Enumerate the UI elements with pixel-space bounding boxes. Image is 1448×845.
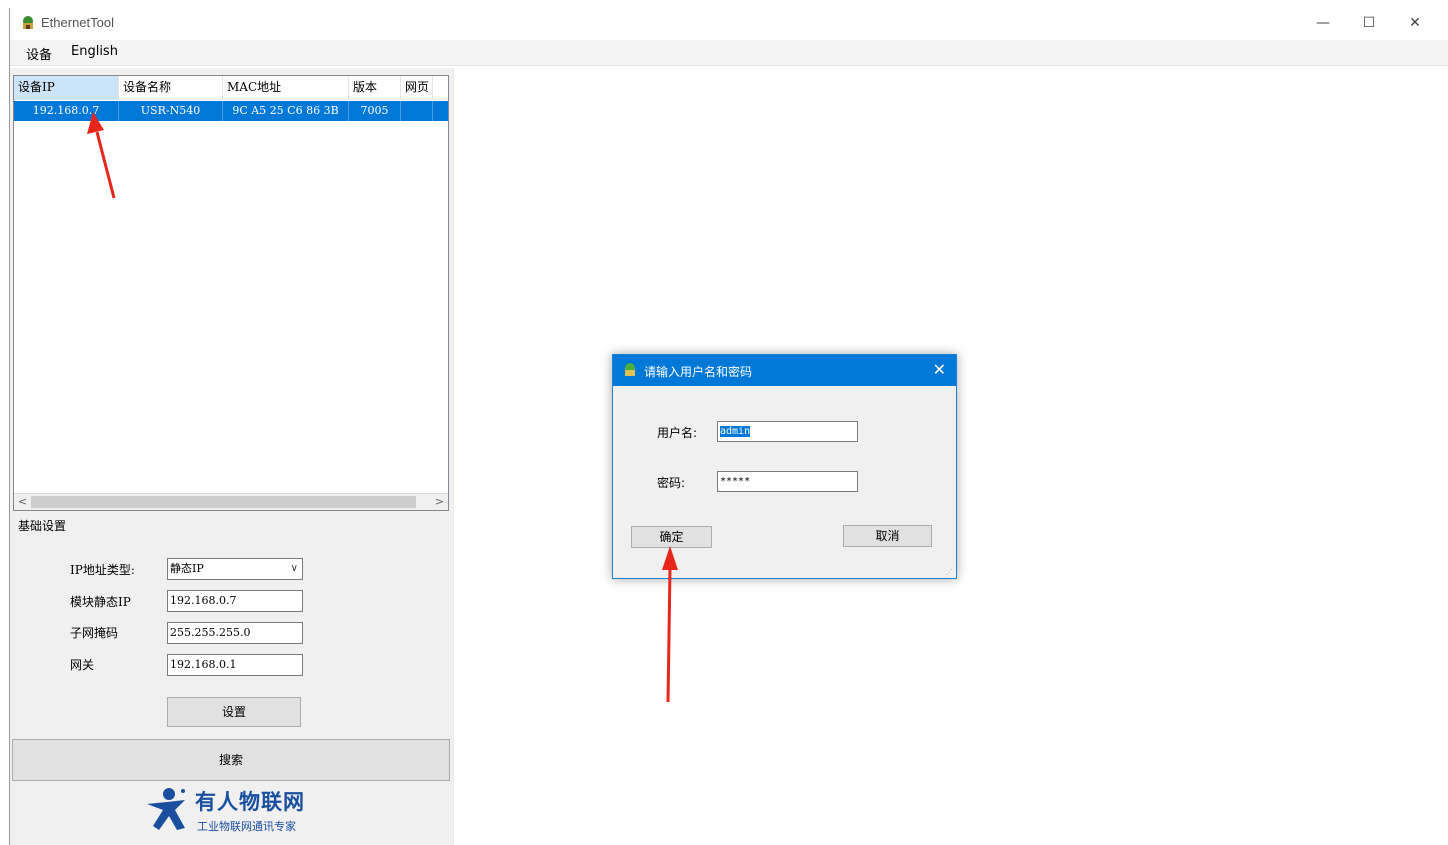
window-title: EthernetTool (41, 15, 114, 30)
maximize-button[interactable]: ☐ (1346, 8, 1392, 38)
ip-type-select[interactable]: 静态IP ∨ (167, 558, 303, 580)
title-bar: EthernetTool — ☐ ✕ (10, 8, 1448, 40)
table-row[interactable]: 192.168.0.7 USR-N540 9C A5 25 C6 86 3B 7… (14, 101, 448, 121)
cell-name: USR-N540 (119, 101, 223, 121)
logo-name: 有人物联网 (195, 790, 305, 814)
menu-device[interactable]: 设备 (26, 44, 52, 63)
gateway-label: 网关 (70, 658, 95, 672)
subnet-input[interactable]: 255.255.255.0 (167, 622, 303, 644)
scroll-left-icon[interactable]: < (14, 494, 31, 510)
cell-version: 7005 (349, 101, 401, 121)
minimize-button[interactable]: — (1300, 8, 1346, 38)
username-input[interactable]: admin (717, 421, 858, 442)
username-label: 用户名: (657, 426, 698, 440)
person-logo-icon (147, 788, 185, 830)
cell-web (401, 101, 433, 121)
dialog-close-icon[interactable]: ✕ (933, 360, 946, 379)
desktop-strip (0, 0, 1448, 8)
menu-bar: 设备 English (10, 40, 1448, 66)
column-web[interactable]: 网页 (401, 76, 433, 100)
subnet-label: 子网掩码 (70, 626, 119, 640)
ip-type-label: IP地址类型: (70, 563, 135, 577)
chevron-down-icon: ∨ (290, 563, 298, 574)
static-ip-input[interactable]: 192.168.0.7 (167, 590, 303, 612)
column-version[interactable]: 版本 (349, 76, 401, 100)
panel-divider (453, 68, 454, 845)
dialog-title-bar: 请输入用户名和密码 ✕ (613, 355, 956, 386)
password-input[interactable]: ***** (717, 471, 858, 492)
column-device-ip[interactable]: 设备IP (14, 76, 119, 100)
menu-english[interactable]: English (71, 44, 118, 59)
password-label: 密码: (657, 476, 686, 490)
column-mac[interactable]: MAC地址 (223, 76, 349, 100)
left-panel: 设备IP 设备名称 MAC地址 版本 网页 192.168.0.7 USR-N5… (10, 68, 453, 845)
device-list[interactable]: 设备IP 设备名称 MAC地址 版本 网页 192.168.0.7 USR-N5… (13, 75, 449, 511)
login-dialog: 请输入用户名和密码 ✕ 用户名: admin 密码: ***** 确定 取消 ⋰ (612, 354, 957, 579)
static-ip-label: 模块静态IP (70, 595, 131, 609)
cell-mac: 9C A5 25 C6 86 3B (223, 101, 349, 121)
username-value: admin (720, 426, 751, 437)
resize-grip-icon[interactable]: ⋰ (946, 568, 954, 576)
ok-button[interactable]: 确定 (631, 526, 712, 548)
logo-tagline: 工业物联网通讯专家 (197, 820, 296, 833)
set-button[interactable]: 设置 (167, 697, 301, 727)
app-icon (23, 16, 33, 29)
cancel-button[interactable]: 取消 (843, 525, 932, 547)
close-button[interactable]: ✕ (1392, 8, 1438, 38)
column-device-name[interactable]: 设备名称 (119, 76, 223, 100)
dialog-title: 请输入用户名和密码 (644, 365, 753, 379)
app-icon (625, 363, 635, 376)
scroll-right-icon[interactable]: > (431, 494, 448, 510)
device-list-header: 设备IP 设备名称 MAC地址 版本 网页 (14, 76, 448, 100)
horizontal-scrollbar[interactable]: < > (14, 493, 448, 510)
cell-ip: 192.168.0.7 (14, 101, 119, 121)
basic-settings-label: 基础设置 (18, 517, 69, 534)
search-button[interactable]: 搜索 (12, 739, 450, 781)
gateway-input[interactable]: 192.168.0.1 (167, 654, 303, 676)
ip-type-value: 静态IP (170, 562, 204, 575)
scroll-thumb[interactable] (31, 496, 416, 508)
company-logo: 有人物联网 工业物联网通讯专家 (145, 786, 325, 838)
